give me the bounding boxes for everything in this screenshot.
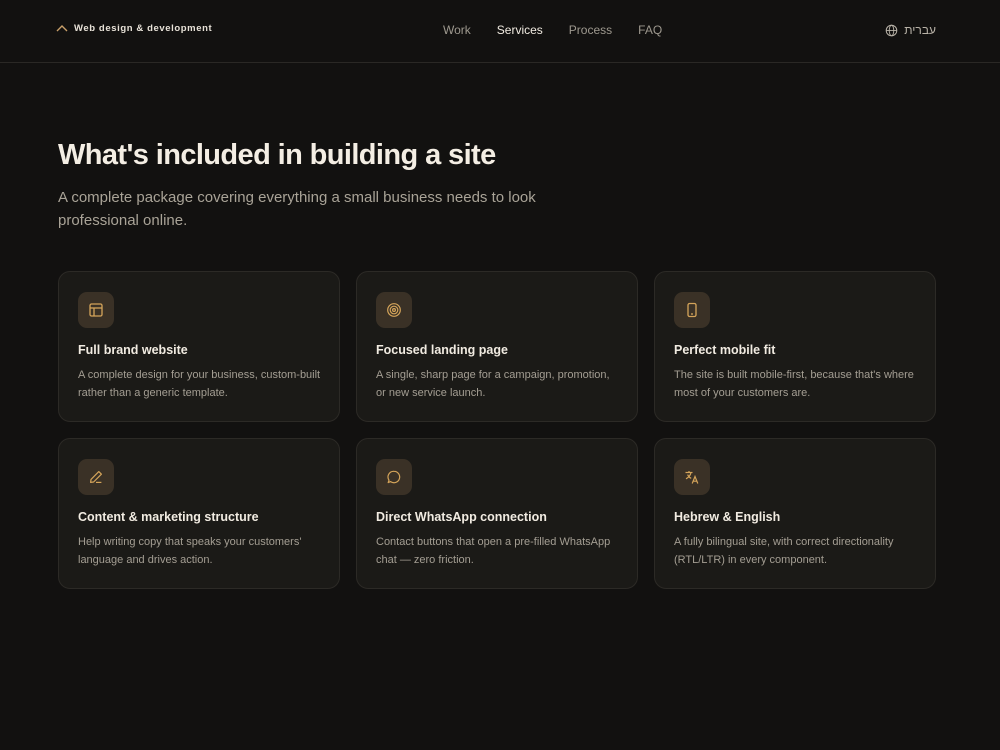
page-title: What's included in building a site [58,139,496,171]
feature-title: Direct WhatsApp connection [376,510,547,524]
features-grid: Full brand website A complete design for… [58,271,936,589]
feature-title: Hebrew & English [674,510,781,524]
main-nav: Work Services Process FAQ [443,23,662,37]
feature-title: Content & marketing structure [78,510,259,524]
feature-description: A single, sharp page for a campaign, pro… [376,369,610,399]
chevron-up-icon [56,25,68,32]
translate-icon [674,459,710,495]
nav-link-work[interactable]: Work [443,23,471,37]
feature-title: Focused landing page [376,343,508,357]
feature-card: Direct WhatsApp connection Contact butto… [356,438,638,589]
globe-icon [885,24,898,36]
nav-link-process[interactable]: Process [569,23,612,37]
language-label: עברית [904,23,936,37]
page-subtitle: A complete package covering everything a… [58,189,536,229]
feature-description: The site is built mobile-first, because … [674,369,914,399]
smartphone-icon [674,292,710,328]
feature-card: Focused landing page A single, sharp pag… [356,271,638,422]
pencil-icon [78,459,114,495]
feature-description: Help writing copy that speaks your custo… [78,536,302,566]
chat-bubble-icon [376,459,412,495]
feature-card: Full brand website A complete design for… [58,271,340,422]
nav-link-faq[interactable]: FAQ [638,23,662,37]
feature-card: Perfect mobile fit The site is built mob… [654,271,936,422]
brand-name: Web design & development [74,22,213,34]
feature-description: Contact buttons that open a pre-filled W… [376,536,611,566]
brand-logo[interactable]: Web design & development [56,22,212,34]
top-navigation-bar: Web design & development Work Services P… [0,0,1000,63]
layout-icon [78,292,114,328]
feature-description: A complete design for your business, cus… [78,369,321,399]
feature-card: Hebrew & English A fully bilingual site,… [654,438,936,589]
feature-title: Perfect mobile fit [674,343,776,357]
hero-section: What's included in building a site A com… [58,138,578,232]
feature-description: A fully bilingual site, with correct dir… [674,536,894,566]
target-icon [376,292,412,328]
nav-link-services[interactable]: Services [497,23,543,37]
language-switcher[interactable]: עברית [885,23,936,37]
feature-title: Full brand website [78,343,188,357]
feature-card: Content & marketing structure Help writi… [58,438,340,589]
